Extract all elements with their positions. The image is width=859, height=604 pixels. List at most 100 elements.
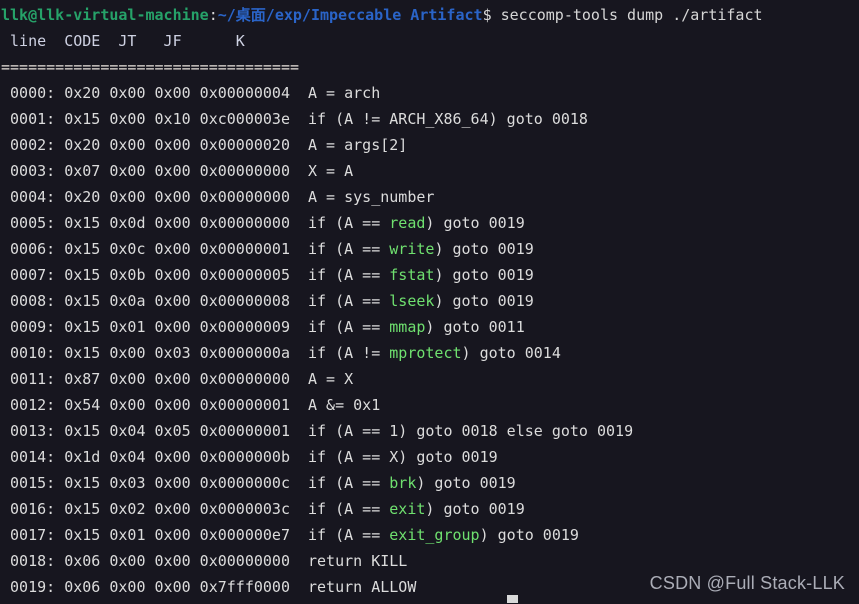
dump-row: 0015: 0x15 0x03 0x00 0x0000000cif (A == …: [0, 470, 859, 496]
dump-row-mnemonic-pre: if (A ==: [308, 292, 389, 310]
dump-row-mnemonic-pre: return KILL: [308, 552, 407, 570]
dump-row-mnemonic-pre: if (A ==: [308, 266, 389, 284]
dump-row-bytecode: 0018: 0x06 0x00 0x00 0x00000000: [1, 548, 308, 574]
dump-row-mnemonic-post: ) goto 0019: [416, 474, 515, 492]
prompt-colon: :: [209, 6, 218, 24]
dump-row-mnemonic: A = X: [308, 366, 353, 392]
syscall-name: write: [389, 240, 434, 258]
dump-row-bytecode: 0008: 0x15 0x0a 0x00 0x00000008: [1, 288, 308, 314]
dump-row-bytecode: 0016: 0x15 0x02 0x00 0x0000003c: [1, 496, 308, 522]
dump-row: 0003: 0x07 0x00 0x00 0x00000000X = A: [0, 158, 859, 184]
prompt-userhost: llk@llk-virtual-machine: [1, 6, 209, 24]
dump-row: 0000: 0x20 0x00 0x00 0x00000004A = arch: [0, 80, 859, 106]
dump-row-mnemonic-pre: A = X: [308, 370, 353, 388]
dump-row-mnemonic: if (A == mmap) goto 0011: [308, 314, 525, 340]
dump-row-mnemonic-post: ) goto 0019: [425, 500, 524, 518]
dump-row-mnemonic-pre: A = args[2]: [308, 136, 407, 154]
dump-row-bytecode: 0004: 0x20 0x00 0x00 0x00000000: [1, 184, 308, 210]
dump-row-mnemonic-post: ) goto 0019: [434, 266, 533, 284]
dump-row-mnemonic-pre: if (A ==: [308, 474, 389, 492]
dump-row-bytecode: 0017: 0x15 0x01 0x00 0x000000e7: [1, 522, 308, 548]
dump-row-mnemonic: if (A == X) goto 0019: [308, 444, 498, 470]
syscall-name: mmap: [389, 318, 425, 336]
dump-row-bytecode: 0001: 0x15 0x00 0x10 0xc000003e: [1, 106, 308, 132]
dump-column-header: line CODE JT JF K: [0, 28, 859, 54]
dump-row: 0002: 0x20 0x00 0x00 0x00000020A = args[…: [0, 132, 859, 158]
dump-row-mnemonic-pre: if (A ==: [308, 240, 389, 258]
dump-row: 0018: 0x06 0x00 0x00 0x00000000return KI…: [0, 548, 859, 574]
dump-row-bytecode: 0005: 0x15 0x0d 0x00 0x00000000: [1, 210, 308, 236]
dump-row-bytecode: 0006: 0x15 0x0c 0x00 0x00000001: [1, 236, 308, 262]
dump-row-bytecode: 0013: 0x15 0x04 0x05 0x00000001: [1, 418, 308, 444]
dump-row: 0012: 0x54 0x00 0x00 0x00000001A &= 0x1: [0, 392, 859, 418]
dump-row-bytecode: 0002: 0x20 0x00 0x00 0x00000020: [1, 132, 308, 158]
dump-row-mnemonic: A = arch: [308, 80, 380, 106]
dump-row-mnemonic-pre: A &= 0x1: [308, 396, 380, 414]
dump-row: 0016: 0x15 0x02 0x00 0x0000003cif (A == …: [0, 496, 859, 522]
dump-row: 0004: 0x20 0x00 0x00 0x00000000A = sys_n…: [0, 184, 859, 210]
dump-row: 0007: 0x15 0x0b 0x00 0x00000005if (A == …: [0, 262, 859, 288]
dump-row-mnemonic: A = sys_number: [308, 184, 434, 210]
dump-row: 0014: 0x1d 0x04 0x00 0x0000000bif (A == …: [0, 444, 859, 470]
dump-row-mnemonic: return KILL: [308, 548, 407, 574]
dump-row-mnemonic: if (A == read) goto 0019: [308, 210, 525, 236]
dump-row-bytecode: 0012: 0x54 0x00 0x00 0x00000001: [1, 392, 308, 418]
syscall-name: mprotect: [389, 344, 461, 362]
dump-row-bytecode: 0010: 0x15 0x00 0x03 0x0000000a: [1, 340, 308, 366]
dump-row: 0005: 0x15 0x0d 0x00 0x00000000if (A == …: [0, 210, 859, 236]
dump-row-mnemonic-pre: A = sys_number: [308, 188, 434, 206]
dump-row-mnemonic-pre: if (A ==: [308, 526, 389, 544]
dump-row: 0011: 0x87 0x00 0x00 0x00000000A = X: [0, 366, 859, 392]
dump-row: 0009: 0x15 0x01 0x00 0x00000009if (A == …: [0, 314, 859, 340]
dump-row-mnemonic-post: ) goto 0011: [425, 318, 524, 336]
terminal-screen: llk@llk-virtual-machine:~/桌面/exp/Impecca…: [0, 2, 859, 600]
dump-row-bytecode: 0014: 0x1d 0x04 0x00 0x0000000b: [1, 444, 308, 470]
dump-row-mnemonic: if (A == fstat) goto 0019: [308, 262, 534, 288]
syscall-name: lseek: [389, 292, 434, 310]
dump-row-mnemonic-pre: if (A ==: [308, 500, 389, 518]
dump-row-mnemonic-pre: if (A == 1) goto 0018 else goto 0019: [308, 422, 633, 440]
dump-row-bytecode: 0003: 0x07 0x00 0x00 0x00000000: [1, 158, 308, 184]
dump-row-mnemonic: A &= 0x1: [308, 392, 380, 418]
dump-row-mnemonic-post: ) goto 0019: [425, 214, 524, 232]
dump-row-mnemonic-pre: if (A != ARCH_X86_64) goto 0018: [308, 110, 588, 128]
dump-row-mnemonic-post: ) goto 0019: [434, 240, 533, 258]
syscall-name: fstat: [389, 266, 434, 284]
dump-separator: =================================: [0, 54, 859, 80]
prompt-dollar: $: [483, 6, 492, 24]
command-text: seccomp-tools dump ./artifact: [492, 6, 763, 24]
dump-row-mnemonic-pre: X = A: [308, 162, 353, 180]
dump-row-mnemonic: if (A != ARCH_X86_64) goto 0018: [308, 106, 588, 132]
dump-row-mnemonic-post: ) goto 0019: [480, 526, 579, 544]
dump-row-mnemonic-post: ) goto 0014: [462, 344, 561, 362]
prompt-path: ~/桌面/exp/Impeccable Artifact: [218, 6, 483, 24]
dump-row-mnemonic: if (A == brk) goto 0019: [308, 470, 516, 496]
terminal-window[interactable]: llk@llk-virtual-machine:~/桌面/exp/Impecca…: [0, 0, 859, 604]
dump-row-mnemonic-pre: A = arch: [308, 84, 380, 102]
dump-row-bytecode: 0011: 0x87 0x00 0x00 0x00000000: [1, 366, 308, 392]
dump-row-bytecode: 0015: 0x15 0x03 0x00 0x0000000c: [1, 470, 308, 496]
dump-row-mnemonic: A = args[2]: [308, 132, 407, 158]
dump-row: 0017: 0x15 0x01 0x00 0x000000e7if (A == …: [0, 522, 859, 548]
dump-row: 0019: 0x06 0x00 0x00 0x7fff0000return AL…: [0, 574, 859, 600]
dump-row-mnemonic-pre: if (A !=: [308, 344, 389, 362]
dump-row-mnemonic-pre: if (A ==: [308, 318, 389, 336]
dump-row-mnemonic: if (A == 1) goto 0018 else goto 0019: [308, 418, 633, 444]
dump-row-mnemonic-pre: return ALLOW: [308, 578, 416, 596]
dump-row-mnemonic: if (A == write) goto 0019: [308, 236, 534, 262]
dump-row-bytecode: 0019: 0x06 0x00 0x00 0x7fff0000: [1, 574, 308, 600]
syscall-name: brk: [389, 474, 416, 492]
dump-row-mnemonic: if (A == exit_group) goto 0019: [308, 522, 579, 548]
dump-row-bytecode: 0009: 0x15 0x01 0x00 0x00000009: [1, 314, 308, 340]
dump-row: 0001: 0x15 0x00 0x10 0xc000003eif (A != …: [0, 106, 859, 132]
syscall-name: exit: [389, 500, 425, 518]
dump-row-mnemonic-pre: if (A ==: [308, 214, 389, 232]
dump-row-mnemonic-post: ) goto 0019: [434, 292, 533, 310]
dump-row-bytecode: 0000: 0x20 0x00 0x00 0x00000004: [1, 80, 308, 106]
syscall-name: read: [389, 214, 425, 232]
dump-row: 0010: 0x15 0x00 0x03 0x0000000aif (A != …: [0, 340, 859, 366]
syscall-name: exit_group: [389, 526, 479, 544]
dump-row: 0008: 0x15 0x0a 0x00 0x00000008if (A == …: [0, 288, 859, 314]
text-cursor: [507, 595, 518, 603]
dump-row: 0013: 0x15 0x04 0x05 0x00000001if (A == …: [0, 418, 859, 444]
